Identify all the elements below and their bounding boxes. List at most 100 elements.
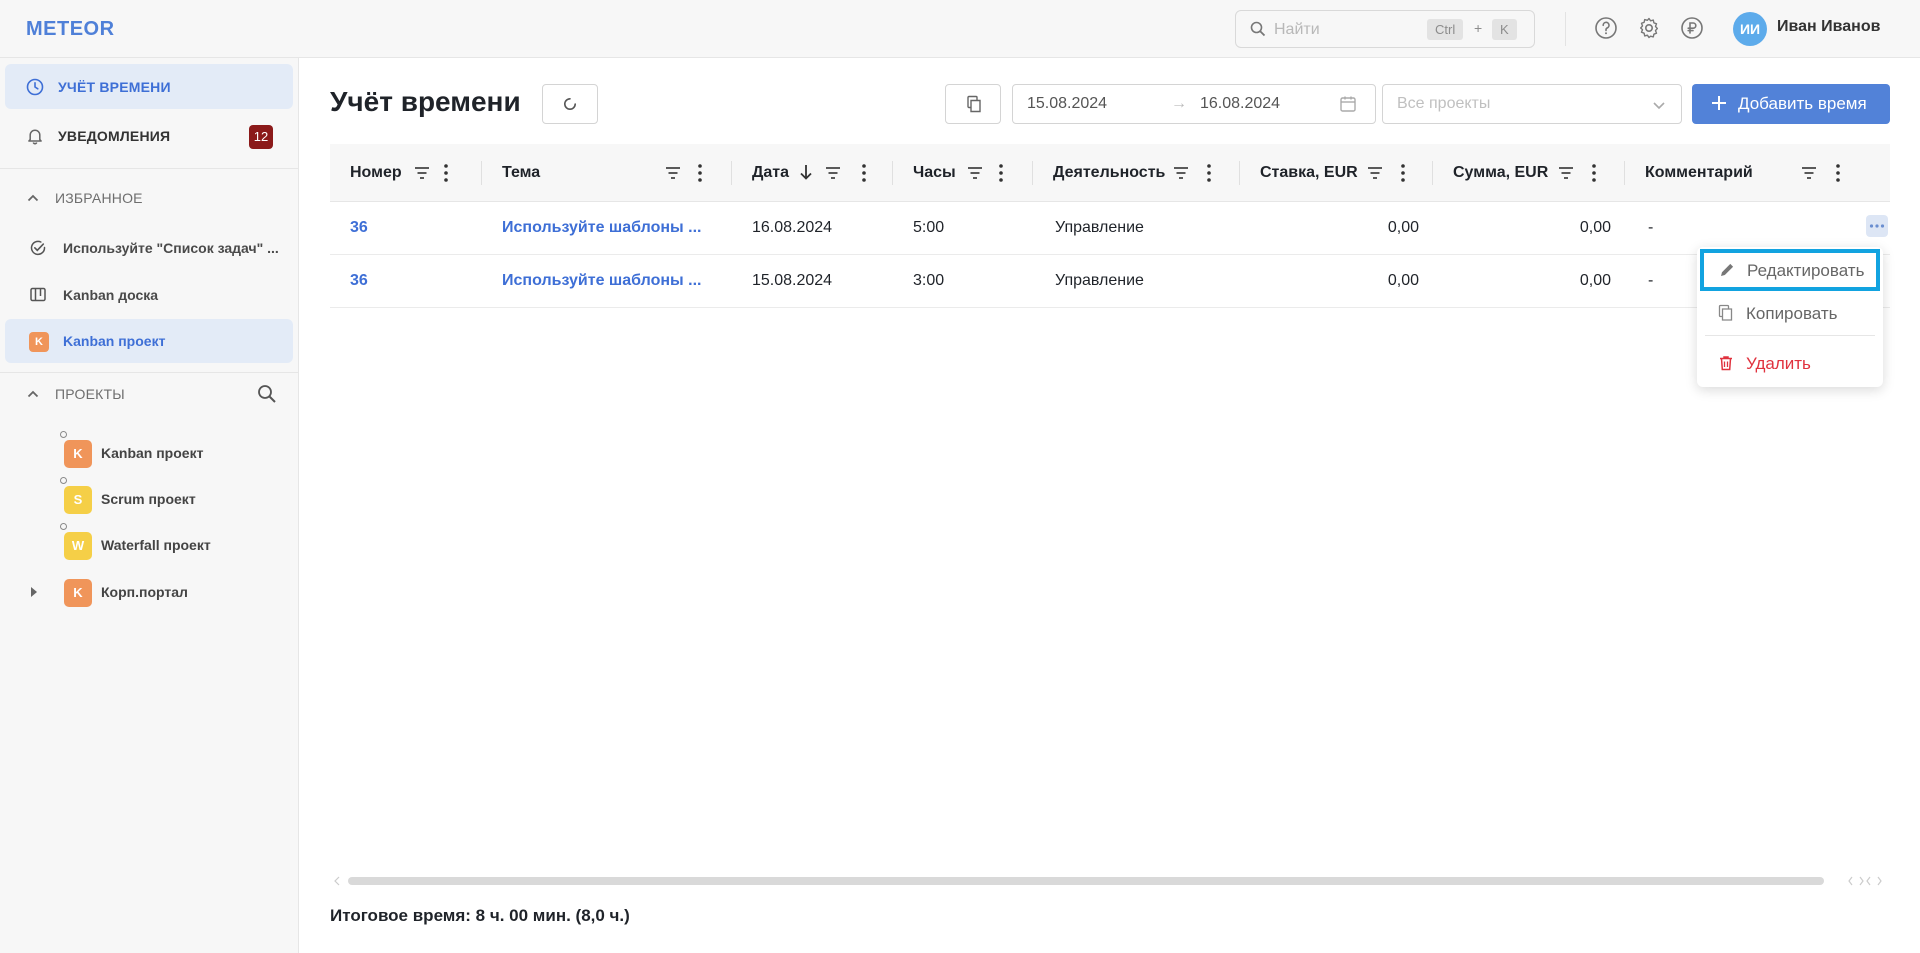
filter-icon[interactable] bbox=[413, 164, 431, 182]
column-menu-icon[interactable] bbox=[1835, 163, 1841, 183]
cell-sum: 0,00 bbox=[1579, 219, 1611, 236]
filter-icon[interactable] bbox=[824, 164, 842, 182]
copy-report-button[interactable] bbox=[945, 84, 1001, 124]
refresh-button[interactable] bbox=[542, 84, 598, 124]
sidebar-item-label: УВЕДОМЛЕНИЯ bbox=[58, 128, 171, 144]
calendar-icon bbox=[1339, 95, 1357, 113]
cell-activity: Управление bbox=[1055, 272, 1144, 289]
favorite-item-label: Kanban проект bbox=[63, 333, 166, 349]
copy-icon bbox=[1717, 304, 1735, 322]
date-from[interactable]: 15.08.2024 bbox=[1027, 95, 1107, 113]
filter-icon[interactable] bbox=[1172, 164, 1190, 182]
favorite-item-kanban-board[interactable]: Kanban доска bbox=[5, 273, 293, 317]
filter-icon[interactable] bbox=[966, 164, 984, 182]
column-menu-icon[interactable] bbox=[443, 163, 449, 183]
menu-item-delete[interactable]: Удалить bbox=[1697, 343, 1883, 383]
horizontal-scrollbar[interactable] bbox=[330, 874, 1890, 886]
cell-topic[interactable]: Используйте шаблоны ... bbox=[502, 272, 701, 290]
total-time: Итоговое время: 8 ч. 00 мин. (8,0 ч.) bbox=[330, 906, 630, 925]
column-menu-icon[interactable] bbox=[697, 163, 703, 183]
app-logo[interactable]: METEOR bbox=[26, 18, 115, 41]
kanban-board-icon bbox=[29, 286, 47, 304]
sidebar-item-label: УЧЁТ ВРЕМЕНИ bbox=[58, 79, 171, 95]
project-select[interactable]: Все проекты bbox=[1382, 84, 1682, 124]
search-input[interactable] bbox=[1274, 19, 1424, 41]
user-avatar[interactable]: ИИ bbox=[1733, 12, 1767, 46]
table-row[interactable]: 36 Используйте шаблоны ... 16.08.2024 5:… bbox=[330, 203, 1890, 255]
sidebar-item-time-tracking[interactable]: УЧЁТ ВРЕМЕНИ bbox=[5, 64, 293, 109]
project-dot bbox=[60, 477, 67, 484]
scroll-left-arrow-icon[interactable] bbox=[334, 876, 340, 886]
project-item-kanban[interactable]: K Kanban проект bbox=[0, 430, 299, 474]
column-header-comment[interactable]: Комментарий bbox=[1625, 144, 1890, 202]
menu-item-copy[interactable]: Копировать bbox=[1697, 293, 1883, 333]
project-item-waterfall[interactable]: W Waterfall проект bbox=[0, 522, 299, 566]
column-menu-icon[interactable] bbox=[861, 163, 867, 183]
pencil-icon bbox=[1718, 261, 1736, 279]
project-avatar: S bbox=[64, 486, 92, 514]
column-menu-icon[interactable] bbox=[1400, 163, 1406, 183]
cell-number[interactable]: 36 bbox=[350, 272, 368, 290]
projects-section-header[interactable]: ПРОЕКТЫ bbox=[26, 386, 276, 406]
scrollbar-thumb[interactable] bbox=[348, 877, 1824, 885]
refresh-icon bbox=[562, 96, 578, 112]
column-header-sum[interactable]: Сумма, EUR bbox=[1433, 144, 1625, 202]
scroll-right-arrows-icon[interactable] bbox=[1848, 876, 1888, 886]
menu-item-edit[interactable]: Редактировать bbox=[1700, 249, 1880, 291]
project-dot bbox=[60, 431, 67, 438]
project-item-scrum[interactable]: S Scrum проект bbox=[0, 476, 299, 520]
caret-right-icon[interactable] bbox=[30, 587, 38, 597]
filter-icon[interactable] bbox=[1557, 164, 1575, 182]
cell-number[interactable]: 36 bbox=[350, 219, 368, 237]
favorite-item-kanban-project[interactable]: K Kanban проект bbox=[5, 319, 293, 363]
help-icon[interactable] bbox=[1594, 16, 1620, 42]
cell-hours: 5:00 bbox=[913, 219, 945, 236]
shortcut-k: K bbox=[1492, 19, 1517, 40]
column-header-hours[interactable]: Часы bbox=[893, 144, 1033, 202]
column-menu-icon[interactable] bbox=[998, 163, 1004, 183]
project-label: Waterfall проект bbox=[101, 537, 211, 553]
sidebar-divider bbox=[0, 168, 299, 169]
column-header-number[interactable]: Номер bbox=[330, 144, 482, 202]
sidebar-divider bbox=[0, 372, 299, 373]
column-header-rate[interactable]: Ставка, EUR bbox=[1240, 144, 1433, 202]
settings-gear-icon[interactable] bbox=[1637, 16, 1663, 42]
project-select-placeholder: Все проекты bbox=[1397, 95, 1491, 112]
user-name[interactable]: Иван Иванов bbox=[1777, 18, 1880, 36]
table-row[interactable]: 36 Используйте шаблоны ... 15.08.2024 3:… bbox=[330, 256, 1890, 308]
sort-desc-arrow-icon[interactable] bbox=[798, 163, 814, 181]
project-label: Scrum проект bbox=[101, 491, 196, 507]
filter-icon[interactable] bbox=[1800, 164, 1818, 182]
date-range-picker[interactable]: 15.08.2024 → 16.08.2024 bbox=[1012, 84, 1376, 124]
ruble-icon[interactable] bbox=[1680, 16, 1706, 42]
column-menu-icon[interactable] bbox=[1591, 163, 1597, 183]
row-actions-button[interactable] bbox=[1866, 215, 1888, 237]
filter-icon[interactable] bbox=[664, 164, 682, 182]
add-time-button[interactable]: Добавить время bbox=[1692, 84, 1890, 124]
filter-icon[interactable] bbox=[1366, 164, 1384, 182]
cell-rate: 0,00 bbox=[1387, 272, 1419, 289]
sidebar-item-notifications[interactable]: УВЕДОМЛЕНИЯ 12 bbox=[5, 113, 293, 158]
top-header: METEOR Ctrl + K ИИ Иван Иванов bbox=[0, 0, 1920, 58]
column-header-topic[interactable]: Тема bbox=[482, 144, 732, 202]
cell-activity: Управление bbox=[1055, 219, 1144, 236]
column-header-date[interactable]: Дата bbox=[732, 144, 893, 202]
search-box[interactable]: Ctrl + K bbox=[1235, 10, 1535, 48]
cell-comment: - bbox=[1648, 219, 1654, 236]
column-menu-icon[interactable] bbox=[1206, 163, 1212, 183]
project-search-icon[interactable] bbox=[257, 384, 277, 404]
cell-hours: 3:00 bbox=[913, 272, 945, 289]
column-header-activity[interactable]: Деятельность bbox=[1033, 144, 1240, 202]
cell-date: 16.08.2024 bbox=[752, 219, 833, 236]
date-to[interactable]: 16.08.2024 bbox=[1200, 95, 1280, 113]
page-title: Учёт времени bbox=[330, 86, 521, 117]
cell-topic[interactable]: Используйте шаблоны ... bbox=[502, 219, 701, 237]
project-k-icon: K bbox=[29, 332, 49, 352]
project-item-corp-portal[interactable]: K Корп.портал bbox=[0, 569, 299, 613]
trash-icon bbox=[1717, 354, 1735, 372]
cell-rate: 0,00 bbox=[1387, 219, 1419, 236]
chevron-up-icon bbox=[26, 191, 40, 205]
favorite-item-task-list[interactable]: Используйте "Список задач" ... bbox=[5, 226, 293, 270]
notifications-badge: 12 bbox=[249, 125, 273, 149]
favorites-section-header[interactable]: ИЗБРАННОЕ bbox=[26, 190, 276, 210]
